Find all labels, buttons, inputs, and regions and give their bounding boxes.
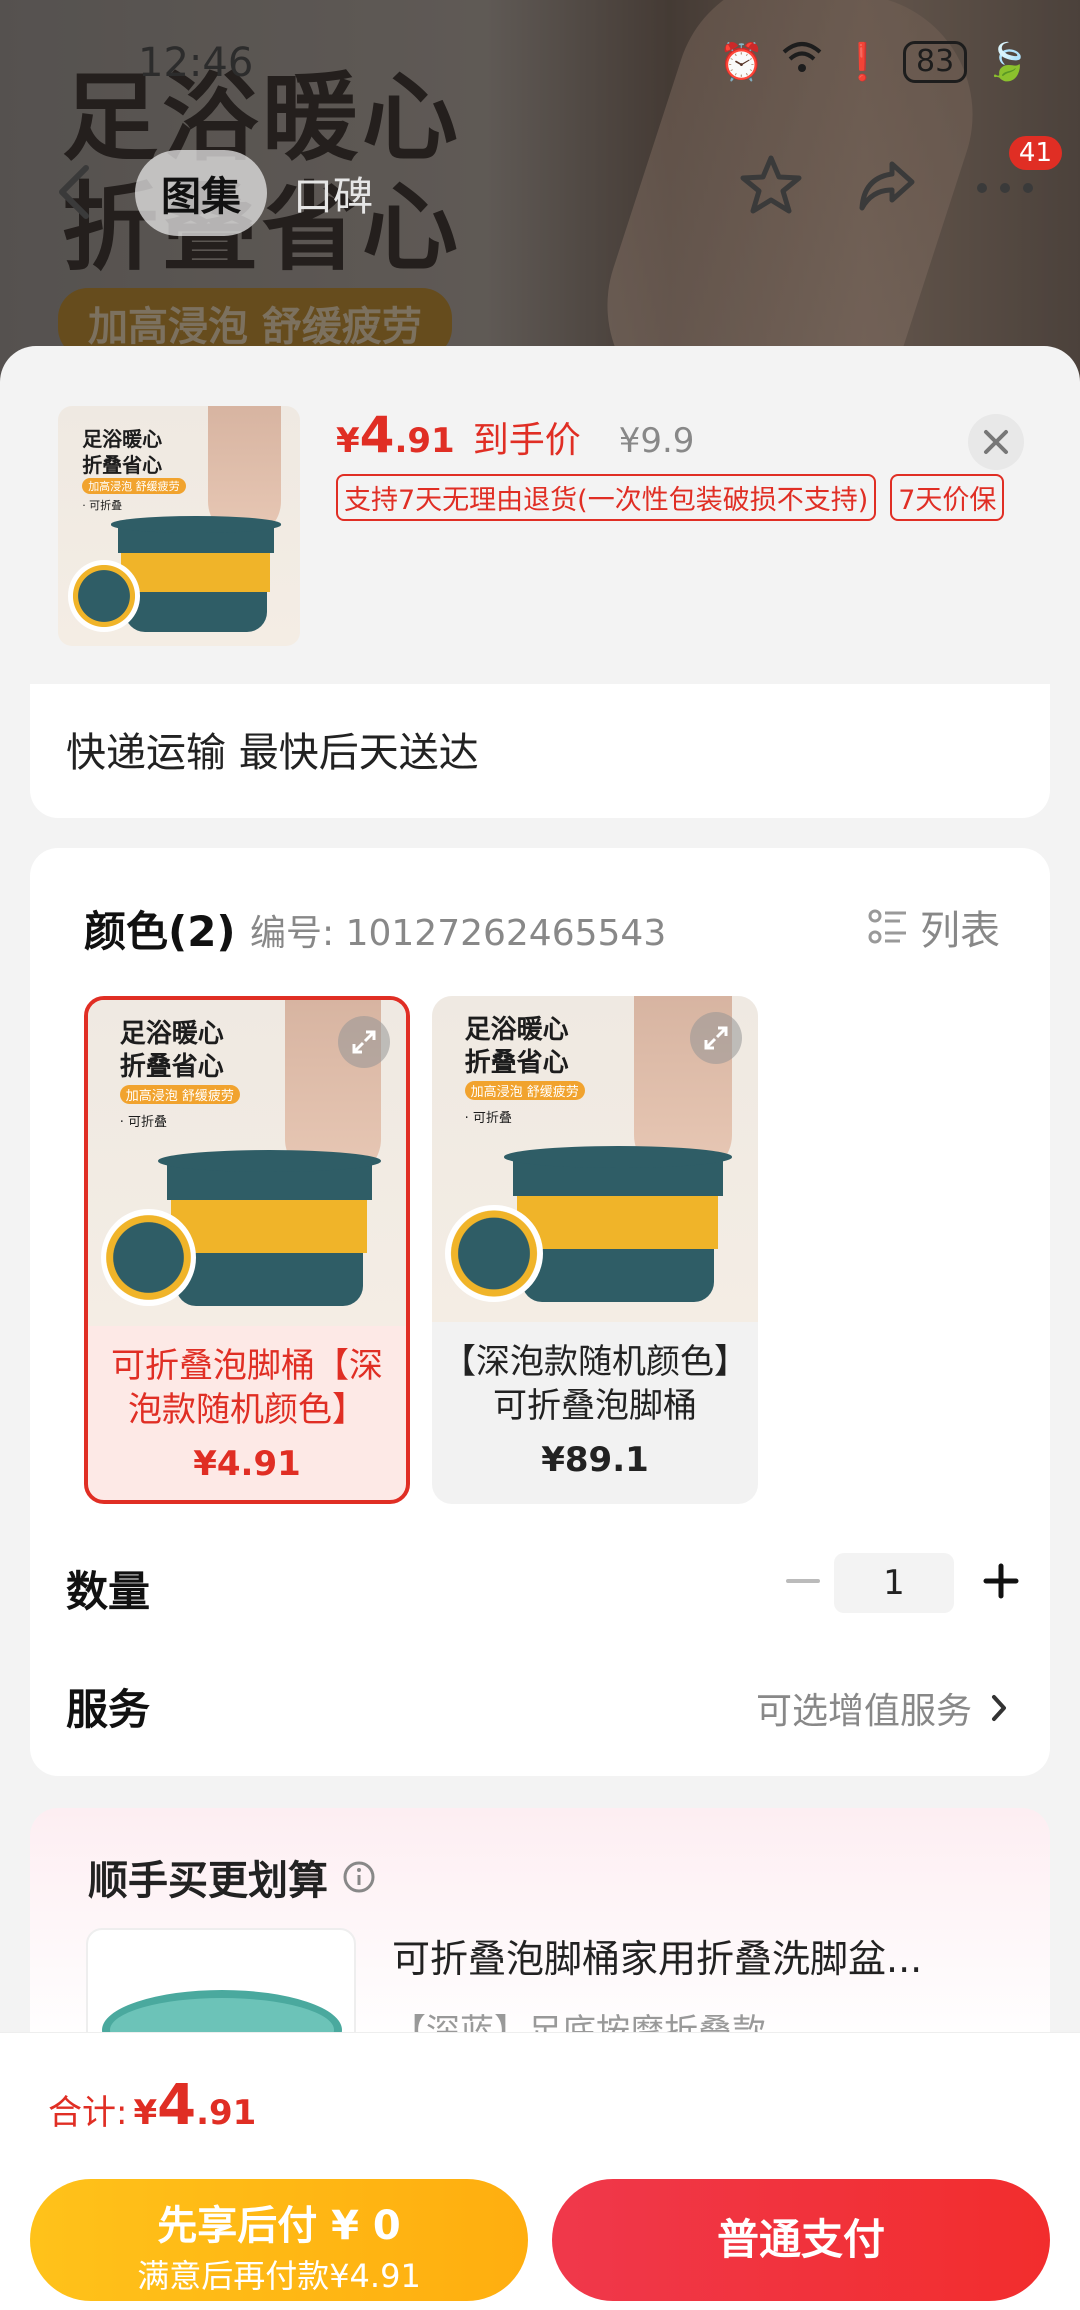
alert-icon: ❗ [840, 41, 885, 83]
sku-option-name: 可折叠泡脚桶【深泡款随机颜色】 [111, 1346, 383, 1430]
price-currency: ¥ [336, 421, 360, 461]
expand-image-button[interactable] [690, 1012, 742, 1064]
price-decimal: .91 [394, 421, 455, 461]
pay-later-title: 先享后付 ¥ 0 [157, 2203, 401, 2249]
service-label: 服务 [66, 1685, 151, 1734]
thumb-line-2: 折叠省心 [82, 453, 163, 478]
bucket-graphic [111, 516, 281, 632]
increase-quantity-button[interactable] [976, 1556, 1026, 1606]
service-link-text: 可选增值服务 [755, 1691, 972, 1732]
total-label: 合计: [48, 2093, 128, 2133]
pay-later-button[interactable]: 先享后付 ¥ 0 满意后再付款¥4.91 [30, 2179, 528, 2301]
final-price: ¥4.91 [336, 406, 455, 464]
bundle-title: 顺手买更划算 [88, 1848, 376, 1906]
value-added-service-link[interactable]: 可选增值服务 [756, 1682, 1008, 1734]
list-view-toggle[interactable]: 列表 [868, 898, 1000, 956]
thumb-line-1: 足浴暖心 [82, 426, 163, 451]
sku-selector-sheet: 足浴暖心 折叠省心 加高浸泡 舒缓疲劳 · 可折叠 ¥4.91 到手价 ¥9.9… [0, 346, 1080, 2310]
leaf-icon: 🍃 [985, 41, 1030, 83]
price-integer: 4 [359, 406, 395, 464]
option-art-line-1: 足浴暖心 [119, 1019, 224, 1050]
wifi-icon [782, 40, 822, 83]
checkout-footer: 合计: ¥4.91 先享后付 ¥ 0 满意后再付款¥4.91 普通支付 [0, 2032, 1080, 2310]
bundle-product-name[interactable]: 可折叠泡脚桶家用折叠洗脚盆... [392, 1928, 1012, 1983]
watermark-text: 高庆201号 [440, 1587, 617, 1628]
decrease-quantity-button[interactable] [778, 1556, 828, 1606]
chevron-right-icon [992, 1695, 1006, 1721]
price-row: ¥4.91 到手价 ¥9.9 [336, 406, 694, 464]
pay-later-subtitle: 满意后再付款¥4.91 [137, 2257, 421, 2295]
total-currency: ¥ [133, 2093, 158, 2133]
option-art-line-2: 折叠省心 [119, 1051, 224, 1082]
top-nav-actions: 41 [738, 136, 1062, 220]
battery-indicator: 83 [902, 40, 968, 83]
back-icon[interactable] [50, 162, 100, 222]
option-art-pill: 加高浸泡 舒缓疲劳 [464, 1080, 585, 1100]
tab-gallery[interactable]: 图集 [135, 150, 267, 236]
delivery-text: 快递运输 最快后天送达 [66, 730, 479, 776]
status-icons: ⏰ ❗ 83 🍃 [719, 40, 1030, 83]
share-icon[interactable] [854, 152, 920, 218]
thumb-note: · 可折叠 [82, 499, 123, 513]
pay-now-button[interactable]: 普通支付 [552, 2179, 1050, 2301]
color-spec-title: 颜色(2) [84, 907, 236, 956]
return-policy-tag: 支持7天无理由退货(一次性包装破损不支持) [336, 474, 877, 521]
option-art-note: · 可折叠 [119, 1114, 168, 1130]
status-time: 12:46 [138, 40, 254, 86]
option-art-line-1: 足浴暖心 [464, 1015, 569, 1046]
gallery-tabs: 图集 口碑 [135, 150, 399, 236]
option-art-pill: 加高浸泡 舒缓疲劳 [119, 1084, 240, 1104]
product-code: 编号: 10127262465543 [250, 913, 667, 954]
total-integer: 4 [157, 2073, 197, 2138]
service-tags: 支持7天无理由退货(一次性包装破损不支持) 7天价保 [336, 474, 1005, 521]
expand-icon [704, 1026, 728, 1050]
quantity-input[interactable]: 1 [834, 1553, 954, 1613]
order-total: 合计: ¥4.91 [48, 2073, 256, 2138]
option-art-note: · 可折叠 [464, 1110, 512, 1126]
top-nav: 图集 口碑 41 [0, 136, 1080, 240]
list-toggle-label: 列表 [920, 908, 1000, 954]
expand-image-button[interactable] [338, 1016, 390, 1068]
thumb-pill: 加高浸泡 舒缓疲劳 [82, 478, 186, 494]
quantity-label: 数量 [66, 1567, 151, 1616]
sku-option-price: ¥89.1 [541, 1440, 649, 1480]
favorite-star-icon[interactable] [738, 152, 804, 218]
list-icon [868, 909, 906, 944]
status-bar: 12:46 ⏰ ❗ 83 🍃 [0, 40, 1080, 90]
price-label: 到手价 [472, 420, 581, 461]
info-icon[interactable] [342, 1860, 376, 1894]
tab-reviews[interactable]: 口碑 [267, 150, 399, 236]
expand-icon [352, 1030, 376, 1054]
alarm-icon: ⏰ [719, 41, 765, 83]
sku-option-2[interactable]: 足浴暖心 折叠省心 加高浸泡 舒缓疲劳 · 可折叠 【深泡款随机颜色】可折叠泡脚… [432, 996, 758, 1504]
sku-option-name: 【深泡款随机颜色】可折叠泡脚桶 [442, 1342, 748, 1426]
spec-card: 颜色(2) 编号: 10127262465543 列表 足浴暖心 折叠省心 加高… [30, 848, 1050, 1776]
sku-option-1[interactable]: 足浴暖心 折叠省心 加高浸泡 舒缓疲劳 · 可折叠 可折叠泡脚桶【深泡款随机颜色… [84, 996, 410, 1504]
close-button[interactable] [968, 414, 1024, 470]
price-protect-tag: 7天价保 [890, 474, 1005, 521]
close-icon [984, 430, 1008, 454]
notification-badge: 41 [1008, 136, 1062, 170]
original-price: ¥9.9 [618, 421, 695, 461]
total-decimal: .91 [196, 2093, 257, 2133]
option-art-line-2: 折叠省心 [464, 1047, 569, 1078]
more-menu[interactable]: 41 [970, 136, 1062, 220]
delivery-card: 快递运输 最快后天送达 [30, 684, 1050, 818]
folded-inset [67, 559, 141, 632]
product-image: 足浴暖心 折叠省心 加高浸泡 舒缓疲劳 · 可折叠 [58, 406, 300, 646]
bundle-title-text: 顺手买更划算 [88, 1858, 328, 1904]
product-thumbnail[interactable]: 足浴暖心 折叠省心 加高浸泡 舒缓疲劳 · 可折叠 [58, 406, 300, 646]
sku-option-price: ¥4.91 [193, 1444, 301, 1484]
sheet-header: 足浴暖心 折叠省心 加高浸泡 舒缓疲劳 · 可折叠 ¥4.91 到手价 ¥9.9… [0, 346, 1080, 686]
